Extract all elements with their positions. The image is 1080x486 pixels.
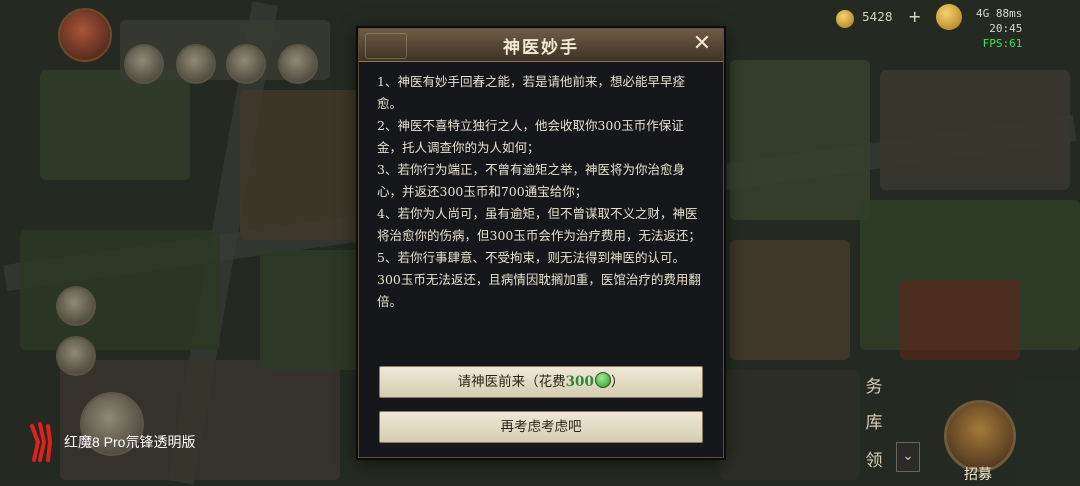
- network-status: 4G 88ms 20:45 FPS:61: [976, 6, 1022, 51]
- player-avatar[interactable]: [58, 8, 112, 62]
- invite-label: 请神医前来（花费: [457, 374, 566, 390]
- add-resource-button[interactable]: +: [908, 7, 921, 26]
- network-latency: 4G 88ms: [976, 7, 1023, 20]
- map-building-icon[interactable]: [56, 286, 96, 326]
- premium-currency-icon[interactable]: [936, 4, 962, 30]
- recruit-label: 招募: [964, 467, 992, 483]
- chevron-down-icon[interactable]: ⌄: [896, 442, 920, 472]
- fps-counter: FPS:61: [982, 37, 1023, 50]
- rule-item: 3、若你行为端正，不曾有逾矩之举，神医将为你治愈身心，并返还300玉币和700通…: [377, 162, 685, 199]
- watermark-text: 红魔8 Pro氘锋透明版: [64, 434, 196, 450]
- rule-item: 4、若你为人尚可，虽有逾矩，但不曾谋取不义之财，神医将治愈你的伤病，但300玉币…: [377, 206, 701, 243]
- recruit-button[interactable]: [944, 400, 1016, 472]
- map-building-icon[interactable]: [278, 44, 318, 84]
- clock: 20:45: [989, 22, 1023, 35]
- device-watermark: 红魔8 Pro氘锋透明版: [28, 422, 195, 462]
- right-tab-2[interactable]: 领: [862, 446, 886, 474]
- rule-item: 5、若你行事肆意、不受拘束，则无法得到神医的认可。300玉币无法返还，且病情因耽…: [377, 250, 701, 309]
- invite-suffix: ）: [610, 374, 625, 390]
- map-building-icon[interactable]: [226, 44, 266, 84]
- resource-value: 5428: [862, 10, 893, 24]
- reconsider-button[interactable]: 再考虑考虑吧: [379, 411, 703, 443]
- dialog-title: 神医妙手: [503, 38, 579, 58]
- invite-doctor-button[interactable]: 请神医前来（花费300 ）: [379, 366, 703, 398]
- map-building-icon[interactable]: [56, 336, 96, 376]
- map-building-icon[interactable]: [176, 44, 216, 84]
- dialog-header: 神医妙手 ✕: [359, 29, 723, 62]
- divine-doctor-dialog: 神医妙手 ✕ 1、神医有妙手回春之能，若是请他前来，想必能早早痊愈。 2、神医不…: [358, 28, 724, 458]
- right-tab-0[interactable]: 务: [862, 372, 886, 400]
- close-icon[interactable]: ✕: [689, 31, 715, 57]
- invite-cost: 300: [565, 374, 594, 390]
- jade-coin-icon: [594, 372, 611, 388]
- map-building-icon[interactable]: [124, 44, 164, 84]
- rule-item: 2、神医不喜特立独行之人，他会收取你300玉币作保证金，托人调查你的为人如何；: [377, 118, 684, 155]
- rule-item: 1、神医有妙手回春之能，若是请他前来，想必能早早痊愈。: [377, 74, 685, 111]
- right-tab-1[interactable]: 库: [862, 408, 886, 436]
- redmagic-logo-icon: [30, 422, 53, 462]
- gold-coin-icon: [836, 10, 854, 28]
- dialog-rules: 1、神医有妙手回春之能，若是请他前来，想必能早早痊愈。 2、神医不喜特立独行之人…: [377, 71, 707, 313]
